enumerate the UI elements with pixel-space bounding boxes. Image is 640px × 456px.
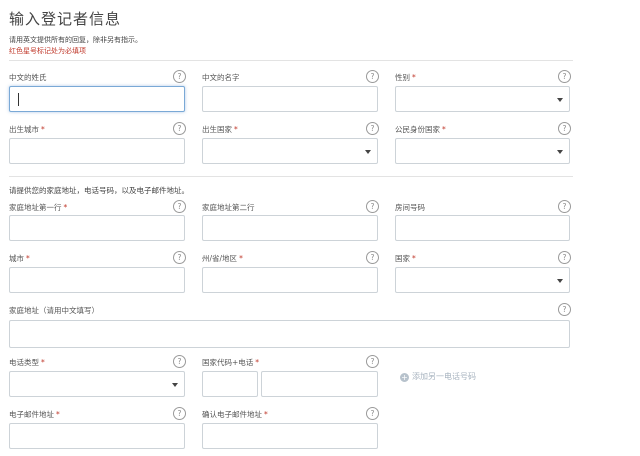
required-star: *	[234, 125, 238, 134]
help-icon[interactable]: ?	[366, 70, 379, 83]
required-star: *	[239, 254, 243, 263]
required-star: *	[63, 203, 68, 212]
gender-select[interactable]	[395, 86, 570, 112]
divider	[9, 176, 573, 177]
address-line2-input[interactable]	[202, 215, 378, 241]
required-star: *	[255, 358, 260, 367]
email-confirm-input[interactable]	[202, 423, 378, 449]
help-icon[interactable]: ?	[366, 407, 379, 420]
label-address-line1: 家庭地址第一行 *	[9, 203, 68, 212]
help-icon[interactable]: ?	[366, 355, 379, 368]
label-city: 城市 *	[9, 254, 30, 263]
text-caret	[18, 93, 19, 106]
chevron-down-icon	[557, 98, 563, 102]
label-given-name-cn: 中文的名字	[202, 73, 240, 82]
birth-country-select[interactable]	[202, 138, 378, 164]
required-star: *	[56, 410, 60, 419]
help-icon[interactable]: ?	[366, 200, 379, 213]
chevron-down-icon	[172, 383, 178, 387]
instruction-text: 请用英文提供所有的回复，除非另有指示。	[9, 36, 142, 44]
required-star: *	[41, 358, 45, 367]
label-address-cn: 家庭地址（请用中文填写）	[9, 306, 99, 315]
phone-type-select[interactable]	[9, 371, 185, 397]
given-name-cn-input[interactable]	[202, 86, 378, 112]
required-star: *	[41, 125, 45, 134]
label-gender: 性别 *	[395, 73, 416, 82]
label-address-line2: 家庭地址第二行	[202, 203, 255, 212]
help-icon[interactable]: ?	[173, 122, 186, 135]
country-select[interactable]	[395, 267, 570, 293]
required-note: 红色星号标记处为必填项	[9, 47, 86, 55]
help-icon[interactable]: ?	[558, 70, 571, 83]
citizenship-country-select[interactable]	[395, 138, 570, 164]
chevron-down-icon	[557, 279, 563, 283]
help-icon[interactable]: ?	[558, 122, 571, 135]
help-icon[interactable]: ?	[173, 355, 186, 368]
add-phone-link[interactable]: + 添加另一电话号码	[400, 371, 476, 382]
address-line1-input[interactable]	[9, 215, 185, 241]
chevron-down-icon	[365, 150, 371, 154]
required-star: *	[264, 410, 268, 419]
page-title: 输入登记者信息	[9, 10, 122, 28]
help-icon[interactable]: ?	[173, 407, 186, 420]
help-icon[interactable]: ?	[173, 200, 186, 213]
address-cn-input[interactable]	[9, 320, 570, 348]
help-icon[interactable]: ?	[558, 303, 571, 316]
room-number-input[interactable]	[395, 215, 570, 241]
plus-circle-icon: +	[400, 373, 409, 382]
label-room-number: 房间号码	[395, 203, 425, 212]
divider	[9, 60, 573, 61]
phone-number-input[interactable]	[261, 371, 378, 397]
required-star: *	[26, 254, 30, 263]
help-icon[interactable]: ?	[173, 70, 186, 83]
help-icon[interactable]: ?	[558, 200, 571, 213]
label-birth-city: 出生城市 *	[9, 125, 45, 134]
birth-city-input[interactable]	[9, 138, 185, 164]
required-star: *	[412, 254, 416, 263]
label-state: 州/省/地区 *	[202, 254, 243, 263]
chevron-down-icon	[557, 150, 563, 154]
label-country: 国家 *	[395, 254, 416, 263]
help-icon[interactable]: ?	[558, 251, 571, 264]
label-email: 电子邮件地址 *	[9, 410, 60, 419]
label-phone-type: 电话类型 *	[9, 358, 45, 367]
country-code-input[interactable]	[202, 371, 258, 397]
label-surname-cn: 中文的姓氏	[9, 73, 47, 82]
label-birth-country: 出生国家 *	[202, 125, 238, 134]
city-input[interactable]	[9, 267, 185, 293]
label-email-confirm: 确认电子邮件地址 *	[202, 410, 268, 419]
required-star: *	[412, 73, 416, 82]
help-icon[interactable]: ?	[366, 122, 379, 135]
state-input[interactable]	[202, 267, 378, 293]
label-country-code-phone: 国家代码+电话 *	[202, 358, 260, 367]
email-input[interactable]	[9, 423, 185, 449]
surname-cn-input[interactable]	[9, 86, 185, 112]
help-icon[interactable]: ?	[173, 251, 186, 264]
required-star: *	[442, 125, 446, 134]
contact-instruction: 请提供您的家庭地址，电话号码，以及电子邮件地址。	[9, 186, 189, 195]
label-citizenship-country: 公民身份国家 *	[395, 125, 446, 134]
help-icon[interactable]: ?	[366, 251, 379, 264]
